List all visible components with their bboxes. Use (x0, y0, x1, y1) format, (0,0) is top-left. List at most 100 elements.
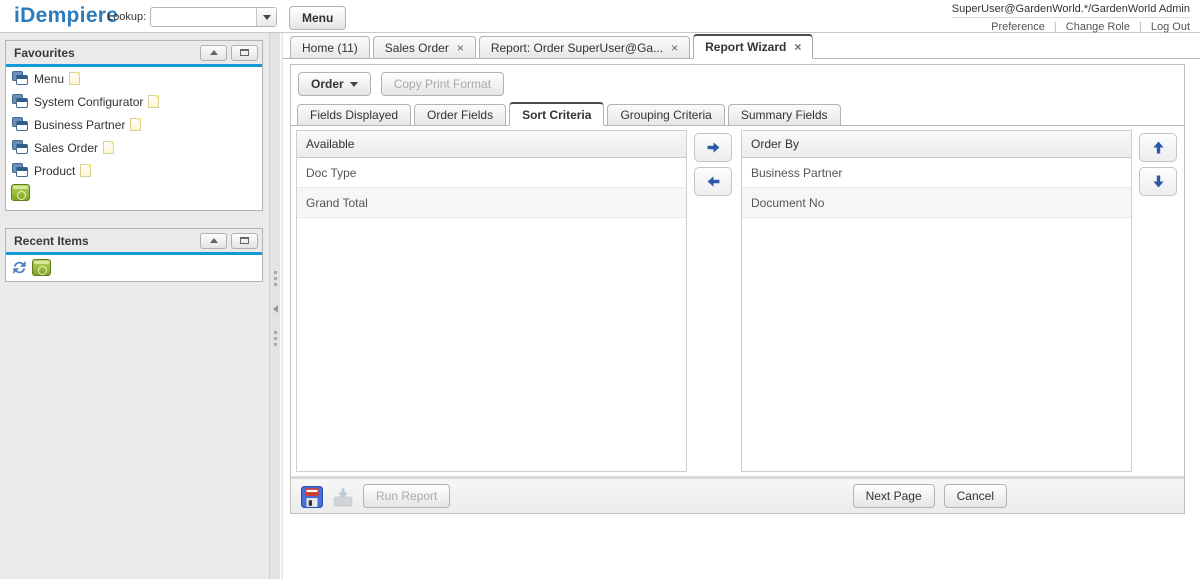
favourites-list: Menu System Configurator Business Partne… (6, 67, 262, 210)
splitter-collapse-icon[interactable] (273, 305, 278, 313)
close-tab-icon[interactable]: × (457, 42, 464, 54)
favourites-panel-header: Favourites (6, 41, 262, 64)
arrow-left-icon (705, 173, 722, 190)
sort-criteria-body: Available Doc Type Grand Total Order By … (291, 126, 1184, 476)
main-tabbar: Home (11) Sales Order × Report: Order Su… (283, 33, 1200, 59)
note-icon (130, 118, 141, 131)
collapse-icon (210, 50, 218, 55)
recent-items-panel-header: Recent Items (6, 229, 262, 252)
lookup-input[interactable] (151, 8, 256, 26)
tab-sales-order[interactable]: Sales Order × (373, 36, 476, 58)
save-icon[interactable] (301, 486, 323, 507)
user-info: SuperUser@GardenWorld.*/GardenWorld Admi… (952, 3, 1190, 17)
wizard-subtabs: Fields Displayed Order Fields Sort Crite… (291, 102, 1184, 126)
splitter-grip (274, 331, 277, 334)
move-left-button[interactable] (694, 167, 732, 196)
run-report-button[interactable]: Run Report (363, 484, 450, 508)
tab-report-order[interactable]: Report: Order SuperUser@Ga... × (479, 36, 690, 58)
recent-items-panel: Recent Items (5, 228, 263, 282)
close-tab-icon[interactable]: × (671, 42, 678, 54)
save-as-icon[interactable] (332, 486, 354, 507)
note-icon (148, 95, 159, 108)
link-separator: | (1139, 21, 1142, 33)
sidebar-item-business-partner[interactable]: Business Partner (6, 113, 262, 136)
favourites-bin-row (6, 182, 262, 210)
top-header: iDempiere Lookup: Menu SuperUser@GardenW… (0, 0, 1200, 33)
window-icon (12, 140, 29, 155)
detach-panel-button[interactable] (231, 233, 258, 249)
subtab-sort-criteria[interactable]: Sort Criteria (509, 102, 604, 126)
wizard-footer: Run Report Next Page Cancel (291, 476, 1184, 513)
window-icon (12, 71, 29, 86)
available-listbox: Available Doc Type Grand Total (296, 130, 687, 472)
detach-panel-button[interactable] (231, 45, 258, 61)
subtab-summary-fields[interactable]: Summary Fields (728, 104, 841, 125)
move-down-button[interactable] (1139, 167, 1177, 196)
recycle-bin-icon[interactable] (32, 259, 51, 276)
report-wizard-panel: Order Copy Print Format Fields Displayed… (290, 64, 1185, 514)
cancel-button[interactable]: Cancel (944, 484, 1007, 508)
collapse-panel-button[interactable] (200, 45, 227, 61)
subtab-fields-displayed[interactable]: Fields Displayed (297, 104, 411, 125)
next-page-button[interactable]: Next Page (853, 484, 935, 508)
sidebar-splitter[interactable] (269, 33, 281, 579)
list-item[interactable]: Business Partner (742, 158, 1131, 188)
note-icon (69, 72, 80, 85)
arrow-right-icon (705, 139, 722, 156)
arrow-up-icon (1150, 139, 1167, 156)
favourites-title: Favourites (14, 46, 196, 60)
collapse-icon (210, 238, 218, 243)
list-item[interactable]: Doc Type (297, 158, 686, 188)
sidebar-item-product[interactable]: Product (6, 159, 262, 182)
available-list-header: Available (297, 131, 686, 158)
splitter-grip (274, 271, 277, 274)
window-detach-icon (240, 49, 249, 56)
arrow-down-icon (1150, 173, 1167, 190)
order-by-listbox: Order By Business Partner Document No (741, 130, 1132, 472)
close-tab-icon[interactable]: × (794, 41, 801, 53)
recycle-bin-icon[interactable] (11, 184, 30, 201)
sidebar-item-system-configurator[interactable]: System Configurator (6, 90, 262, 113)
order-by-list-header: Order By (742, 131, 1131, 158)
list-item[interactable]: Document No (742, 188, 1131, 218)
favourites-panel: Favourites Menu System Configurator Busi… (5, 40, 263, 211)
recent-items-title: Recent Items (14, 234, 196, 248)
window-icon (12, 117, 29, 132)
user-links: Preference | Change Role | Log Out (952, 17, 1190, 33)
sidebar-item-sales-order[interactable]: Sales Order (6, 136, 262, 159)
lookup-dropdown-button[interactable] (256, 8, 276, 26)
refresh-icon[interactable] (10, 258, 29, 277)
window-icon (12, 94, 29, 109)
note-icon (80, 164, 91, 177)
lookup-label: Lookup: (107, 11, 146, 23)
move-right-button[interactable] (694, 133, 732, 162)
tab-report-wizard[interactable]: Report Wizard × (693, 34, 813, 59)
sidebar-item-menu[interactable]: Menu (6, 67, 262, 90)
copy-print-format-button[interactable]: Copy Print Format (381, 72, 504, 96)
menu-button[interactable]: Menu (289, 6, 346, 30)
app-logo: iDempiere (14, 4, 118, 28)
list-item[interactable]: Grand Total (297, 188, 686, 218)
tab-home[interactable]: Home (11) (290, 36, 370, 58)
reorder-buttons-column (1132, 130, 1184, 472)
subtab-grouping-criteria[interactable]: Grouping Criteria (607, 104, 724, 125)
window-detach-icon (240, 237, 249, 244)
chevron-down-icon (263, 15, 271, 20)
lookup-combobox[interactable] (150, 7, 277, 27)
window-icon (12, 163, 29, 178)
link-separator: | (1054, 21, 1057, 33)
subtab-order-fields[interactable]: Order Fields (414, 104, 506, 125)
main-area: Home (11) Sales Order × Report: Order Su… (283, 33, 1200, 579)
move-buttons-column (687, 130, 739, 472)
wizard-toolbar: Order Copy Print Format (291, 65, 1184, 102)
move-up-button[interactable] (1139, 133, 1177, 162)
preference-link[interactable]: Preference (991, 21, 1045, 33)
chevron-down-icon (350, 82, 358, 87)
note-icon (103, 141, 114, 154)
recent-items-toolbar (6, 255, 262, 281)
report-selector-dropdown[interactable]: Order (298, 72, 371, 96)
account-block: SuperUser@GardenWorld.*/GardenWorld Admi… (938, 0, 1200, 33)
log-out-link[interactable]: Log Out (1151, 21, 1190, 33)
change-role-link[interactable]: Change Role (1066, 21, 1130, 33)
collapse-panel-button[interactable] (200, 233, 227, 249)
